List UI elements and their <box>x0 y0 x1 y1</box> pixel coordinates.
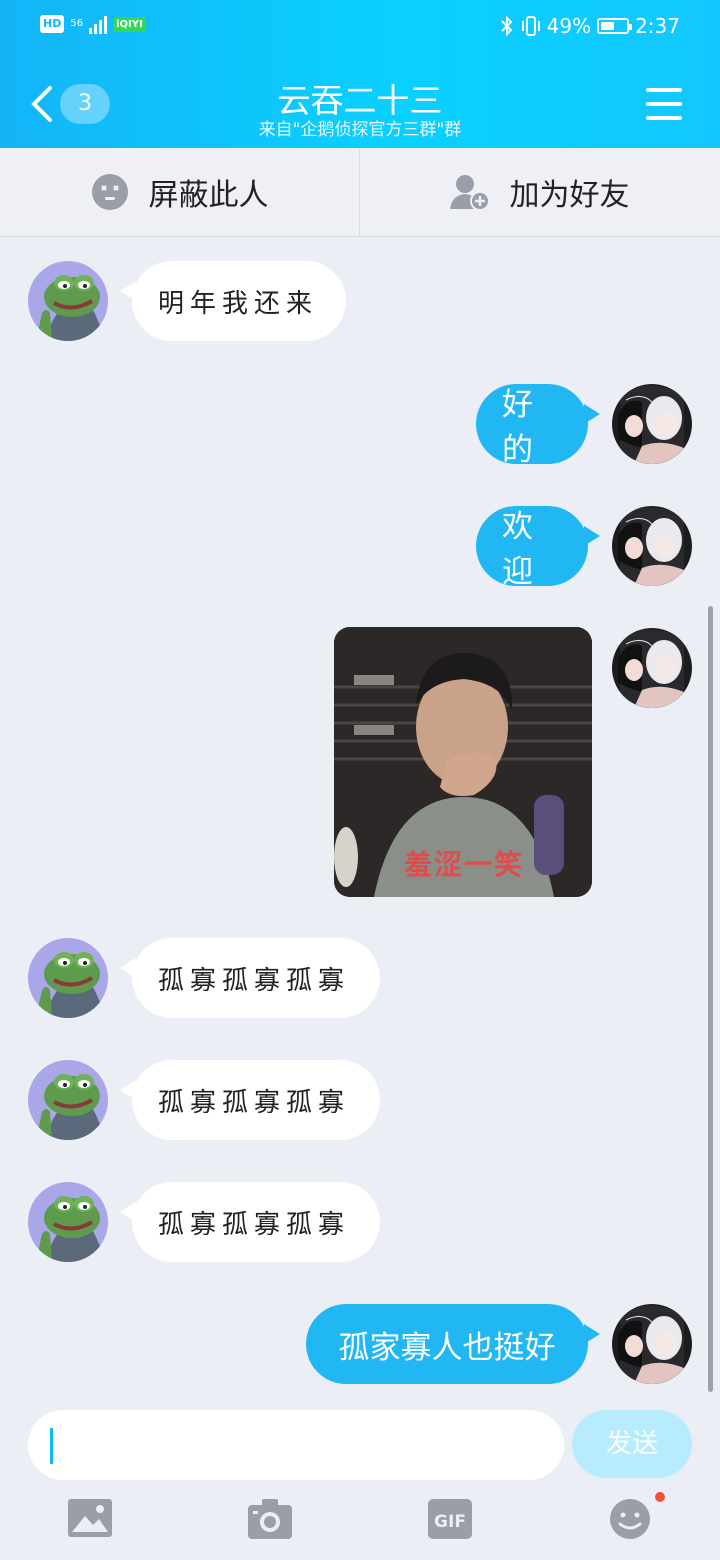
self-avatar[interactable] <box>612 628 692 708</box>
self-avatar[interactable] <box>612 1304 692 1384</box>
hd-badge: HD <box>40 15 65 33</box>
chat-subtitle: 来自"企鹅侦探官方三群"群 <box>258 120 462 140</box>
message-bubble-outgoing[interactable]: 欢迎 <box>476 506 600 590</box>
add-friend-icon <box>449 175 490 211</box>
menu-icon[interactable] <box>646 88 682 120</box>
send-button[interactable]: 发送 <box>572 1410 692 1478</box>
bluetooth-icon <box>500 15 513 37</box>
sender-avatar[interactable] <box>28 1182 108 1262</box>
block-user-button[interactable]: 屏蔽此人 <box>0 148 360 236</box>
sender-avatar[interactable] <box>28 938 108 1018</box>
add-friend-label: 加为好友 <box>509 178 630 213</box>
image-message[interactable]: 羞涩一笑 <box>334 627 592 897</box>
block-label: 屏蔽此人 <box>148 178 269 213</box>
gif-icon[interactable]: GIF <box>427 1498 473 1540</box>
sender-avatar[interactable] <box>28 1060 108 1140</box>
gif-label: GIF <box>434 1512 466 1532</box>
vibrate-icon <box>521 16 540 36</box>
message-bubble-incoming[interactable]: 孤寡孤寡孤寡 <box>120 1060 380 1140</box>
image-icon[interactable] <box>67 1498 113 1540</box>
composer: 发送 GIF <box>0 1396 720 1560</box>
action-bar: 屏蔽此人 加为好友 <box>0 148 720 237</box>
text-caret <box>50 1428 53 1464</box>
message-input[interactable] <box>28 1410 564 1480</box>
add-friend-button[interactable]: 加为好友 <box>360 148 719 236</box>
self-avatar[interactable] <box>612 506 692 586</box>
image-caption: 羞涩一笑 <box>404 848 525 881</box>
camera-icon[interactable] <box>247 1498 293 1540</box>
message-bubble-outgoing[interactable]: 好的 <box>476 384 600 468</box>
self-avatar[interactable] <box>612 384 692 464</box>
message-bubble-incoming[interactable]: 孤寡孤寡孤寡 <box>120 1182 380 1262</box>
clock: 2:37 <box>635 14 680 38</box>
emoji-icon[interactable] <box>607 1498 653 1540</box>
message-bubble-incoming[interactable]: 明年我还来 <box>120 261 346 341</box>
app-notification-icon: iQIYI <box>113 16 146 32</box>
block-face-icon <box>91 174 128 210</box>
chat-scrollbar[interactable] <box>708 606 713 1392</box>
status-bar: HD 56 iQIYI 49% 2:37 <box>0 0 720 56</box>
signal-icon <box>89 14 108 34</box>
title-bar: HD 56 iQIYI 49% 2:37 3 云吞二十三 来自"企鹅侦探官方三群… <box>0 0 720 148</box>
battery-icon <box>597 18 633 34</box>
network-type: 56 <box>70 18 84 29</box>
message-bubble-incoming[interactable]: 孤寡孤寡孤寡 <box>120 938 380 1018</box>
notification-dot <box>655 1492 665 1502</box>
sender-avatar[interactable] <box>28 261 108 341</box>
battery-percent: 49% <box>546 14 592 38</box>
message-bubble-outgoing[interactable]: 孤家寡人也挺好 <box>306 1304 600 1384</box>
